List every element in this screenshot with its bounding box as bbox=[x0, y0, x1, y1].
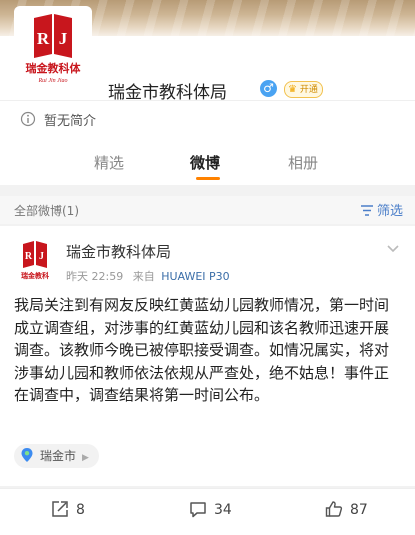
tab-album[interactable]: 相册 bbox=[288, 152, 318, 173]
location-arrow-icon: ▶ bbox=[82, 453, 89, 463]
filter-icon bbox=[360, 204, 374, 221]
post-author-avatar[interactable]: R J 瑞金教科 bbox=[14, 238, 56, 282]
profile-bio-row[interactable]: 暂无简介 bbox=[0, 100, 415, 137]
post-action-bar: 8 34 87 bbox=[0, 488, 415, 535]
location-name: 瑞金市 bbox=[40, 449, 77, 463]
location-pin-icon bbox=[20, 447, 34, 471]
post-meta: 昨天 22:59 来自 HUAWEI P30 bbox=[66, 268, 230, 284]
weibo-post-card: R J 瑞金教科 瑞金市教科体局 昨天 22:59 来自 HUAWEI P30 … bbox=[0, 226, 415, 486]
info-icon bbox=[20, 111, 36, 131]
profile-avatar[interactable]: R J 瑞金教科体 Rui Jin Jiao bbox=[14, 6, 92, 86]
logo-text: 瑞金教科体 bbox=[26, 61, 82, 75]
post-content: 我局关注到有网友反映红黄蓝幼儿园教师情况，第一时间成立调查组，对涉事的红黄蓝幼儿… bbox=[14, 296, 390, 404]
bureau-logo-small-icon: R J 瑞金教科 bbox=[21, 241, 49, 280]
profile-tabs: 精选 微博 相册 bbox=[0, 137, 415, 185]
comment-count: 34 bbox=[214, 502, 232, 518]
vip-open-label: 开通 bbox=[299, 85, 318, 95]
comment-icon bbox=[190, 502, 206, 518]
bureau-logo-icon: R J 瑞金教科体 Rui Jin Jiao bbox=[26, 14, 82, 84]
filter-label: 筛选 bbox=[376, 204, 403, 219]
crown-icon: ♛ bbox=[288, 84, 297, 95]
svg-text:R: R bbox=[25, 251, 33, 262]
all-posts-label: 全部微博(1) bbox=[14, 204, 79, 218]
svg-text:J: J bbox=[59, 29, 68, 48]
repost-button[interactable]: 8 bbox=[50, 499, 85, 519]
like-count: 87 bbox=[350, 502, 368, 518]
vip-open-badge[interactable]: ♛ 开通 bbox=[284, 81, 323, 98]
logo-pinyin: Rui Jin Jiao bbox=[38, 78, 68, 84]
svg-text:R: R bbox=[37, 29, 50, 48]
bio-text: 暂无简介 bbox=[44, 114, 97, 129]
feed-header: 全部微博(1) 筛选 bbox=[0, 196, 415, 224]
post-time: 昨天 22:59 bbox=[66, 270, 124, 283]
post-device: HUAWEI P30 bbox=[161, 270, 230, 283]
chevron-down-icon[interactable] bbox=[385, 240, 401, 260]
svg-text:瑞金教科: 瑞金教科 bbox=[21, 271, 49, 280]
comment-button[interactable]: 34 bbox=[188, 499, 232, 519]
repost-icon bbox=[52, 501, 68, 517]
thumbs-up-icon bbox=[325, 501, 343, 517]
tab-featured[interactable]: 精选 bbox=[94, 152, 124, 173]
svg-text:J: J bbox=[39, 251, 44, 262]
tab-weibo[interactable]: 微博 bbox=[190, 152, 220, 173]
active-tab-indicator bbox=[196, 177, 220, 180]
repost-count: 8 bbox=[76, 502, 85, 518]
like-button[interactable]: 87 bbox=[324, 499, 368, 519]
post-author-name[interactable]: 瑞金市教科体局 bbox=[66, 241, 171, 262]
male-gender-icon: ♂ bbox=[260, 80, 277, 97]
post-source-prefix: 来自 bbox=[132, 270, 155, 283]
filter-button[interactable]: 筛选 bbox=[360, 200, 403, 221]
location-tag[interactable]: 瑞金市 ▶ bbox=[14, 444, 99, 468]
